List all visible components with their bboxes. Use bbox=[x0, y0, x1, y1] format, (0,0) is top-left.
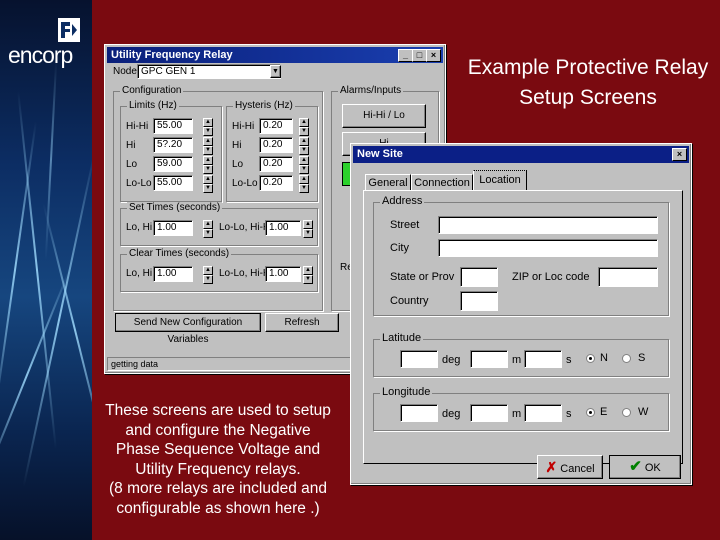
clear-times-group: Clear Times (seconds) Lo, Hi 1.00 ▲ ▼ Lo-… bbox=[120, 248, 318, 292]
hyst-lo-input[interactable]: 0.20 bbox=[259, 156, 293, 172]
new-site-window: New Site × General Connection Location A… bbox=[350, 143, 692, 485]
encorp-logo-icon bbox=[58, 18, 80, 42]
spin-control[interactable]: ▲ ▼ bbox=[203, 156, 213, 174]
limit-lo-input[interactable]: 59.00 bbox=[153, 156, 193, 172]
hyst-hihi-input[interactable]: 0.20 bbox=[259, 118, 293, 134]
checkmark-icon: ✔ bbox=[629, 458, 642, 475]
new-site-titlebar: New Site × bbox=[353, 146, 689, 163]
cancel-button[interactable]: ✗ Cancel bbox=[537, 455, 603, 479]
set-times-group: Set Times (seconds) Lo, Hi 1.00 ▲ ▼ Lo-Lo… bbox=[120, 202, 318, 246]
lon-east-radio[interactable] bbox=[586, 408, 595, 417]
hyst-hi-input[interactable]: 0.20 bbox=[259, 137, 293, 153]
relay-window-titlebar: Utility Frequency Relay _ □ × bbox=[107, 47, 443, 63]
spin-control[interactable]: ▲ ▼ bbox=[203, 220, 213, 238]
longitude-group: Longitude deg m s E W bbox=[373, 386, 669, 431]
slide-title: Example Protective Relay Setup Screens bbox=[467, 56, 709, 109]
limit-hihi-input[interactable]: 55.00 bbox=[153, 118, 193, 134]
spin-control[interactable]: ▲ ▼ bbox=[303, 266, 313, 284]
alarm-button[interactable]: Hi-Hi / Lo bbox=[342, 104, 426, 128]
lon-west-radio[interactable] bbox=[622, 408, 631, 417]
send-configuration-button[interactable]: Send New Configuration Variables bbox=[115, 313, 261, 345]
tab-general[interactable]: General bbox=[365, 174, 411, 191]
chevron-down-icon[interactable]: ▼ bbox=[270, 65, 281, 78]
ok-button[interactable]: ✔ OK bbox=[609, 455, 681, 479]
minimize-icon[interactable]: _ bbox=[398, 49, 413, 62]
new-site-title: New Site bbox=[357, 148, 403, 160]
spin-control[interactable]: ▲ ▼ bbox=[299, 175, 309, 193]
close-icon[interactable]: × bbox=[426, 49, 441, 62]
configuration-group: Configuration Limits (Hz) Hi-Hi Hi Lo Lo… bbox=[113, 85, 323, 311]
node-label: Node bbox=[113, 66, 137, 77]
tab-location[interactable]: Location bbox=[473, 170, 527, 191]
spin-control[interactable]: ▲ ▼ bbox=[303, 220, 313, 238]
spin-control[interactable]: ▲ ▼ bbox=[299, 156, 309, 174]
lat-sec-input[interactable] bbox=[524, 350, 562, 368]
state-input[interactable] bbox=[460, 267, 498, 287]
maximize-icon[interactable]: □ bbox=[412, 49, 427, 62]
lat-deg-input[interactable] bbox=[400, 350, 438, 368]
latitude-group: Latitude deg m s N S bbox=[373, 332, 669, 377]
limit-hi-input[interactable]: 5?.20 bbox=[153, 137, 193, 153]
lat-south-radio[interactable] bbox=[622, 354, 631, 363]
lon-min-input[interactable] bbox=[470, 404, 508, 422]
hyst-lolo-input[interactable]: 0.20 bbox=[259, 175, 293, 191]
spin-control[interactable]: ▲ ▼ bbox=[203, 137, 213, 155]
spin-control[interactable]: ▲ ▼ bbox=[203, 266, 213, 284]
limits-group: Limits (Hz) Hi-Hi Hi Lo Lo-Lo 55.00 5?.2… bbox=[120, 100, 222, 202]
city-input[interactable] bbox=[438, 239, 658, 257]
country-input[interactable] bbox=[460, 291, 498, 311]
refresh-button[interactable]: Refresh bbox=[265, 313, 339, 332]
node-select[interactable]: GPC GEN 1 bbox=[137, 64, 281, 79]
set-lo-hi-input[interactable]: 1.00 bbox=[153, 220, 193, 236]
lat-min-input[interactable] bbox=[470, 350, 508, 368]
logo-text: encorp bbox=[8, 42, 73, 68]
slide-caption: These screens are used to setup and conf… bbox=[105, 402, 331, 517]
address-group: Address Street City State or Prov ZIP or… bbox=[373, 195, 669, 316]
street-input[interactable] bbox=[438, 216, 658, 234]
spin-control[interactable]: ▲ ▼ bbox=[299, 137, 309, 155]
spin-control[interactable]: ▲ ▼ bbox=[203, 118, 213, 136]
tab-connection[interactable]: Connection bbox=[411, 174, 473, 191]
lon-sec-input[interactable] bbox=[524, 404, 562, 422]
spin-control[interactable]: ▲ ▼ bbox=[203, 175, 213, 193]
clear-lo-hi-input[interactable]: 1.00 bbox=[153, 266, 193, 282]
close-icon[interactable]: × bbox=[672, 148, 687, 161]
limit-lolo-input[interactable]: 55.00 bbox=[153, 175, 193, 191]
clear-lolo-hihi-input[interactable]: 1.00 bbox=[265, 266, 301, 282]
slide: encorp Example Protective Relay Setup Sc… bbox=[0, 0, 720, 540]
zip-input[interactable] bbox=[598, 267, 658, 287]
x-icon: ✗ bbox=[545, 459, 558, 475]
lon-deg-input[interactable] bbox=[400, 404, 438, 422]
spin-control[interactable]: ▲ ▼ bbox=[299, 118, 309, 136]
hysteresis-group: Hysteris (Hz) Hi-Hi Hi Lo Lo-Lo 0.20 0.2… bbox=[226, 100, 318, 202]
set-lolo-hihi-input[interactable]: 1.00 bbox=[265, 220, 301, 236]
relay-window-title: Utility Frequency Relay bbox=[111, 49, 233, 61]
lat-north-radio[interactable] bbox=[586, 354, 595, 363]
